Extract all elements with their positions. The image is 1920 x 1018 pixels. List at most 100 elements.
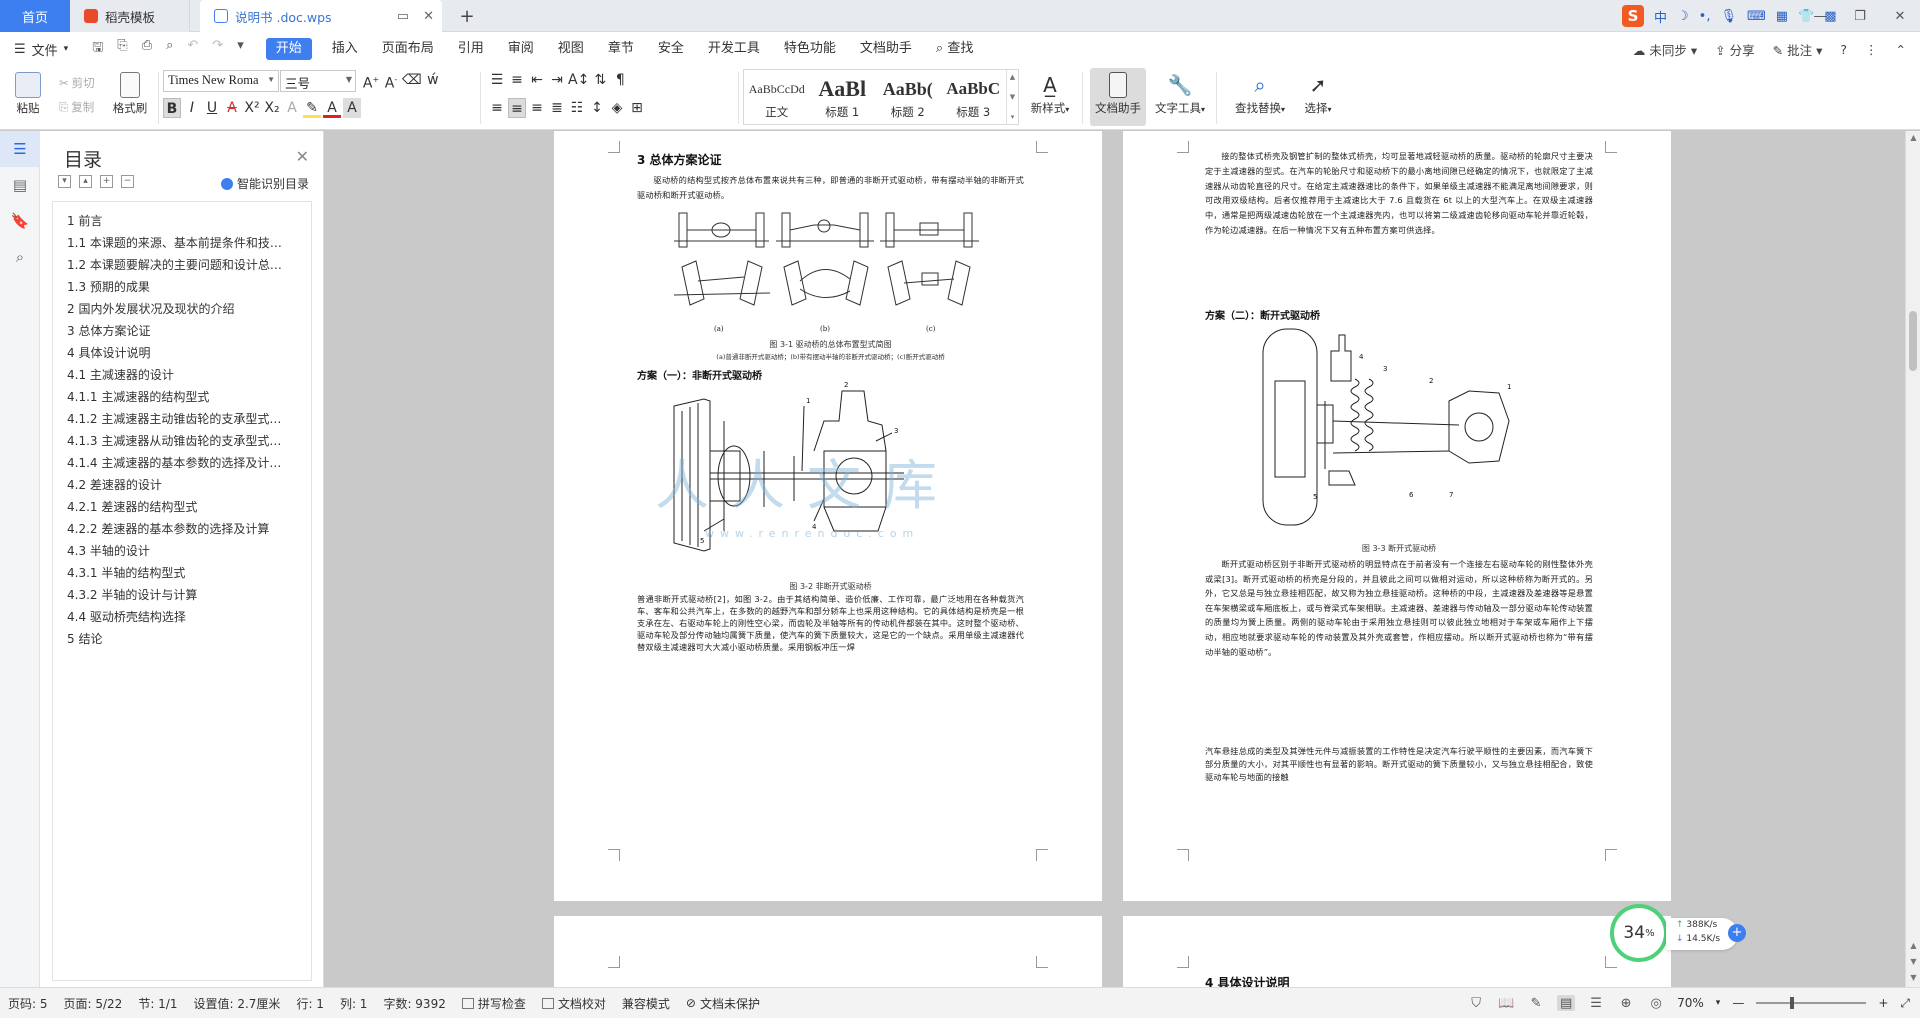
mic-icon[interactable]: 🎙 [1720,9,1737,24]
tab-developer[interactable]: 开发工具 [696,32,772,66]
zoom-value[interactable]: 70% [1677,996,1704,1010]
collapse-all-icon[interactable]: ▾ [58,175,71,188]
bookmark-icon[interactable]: 🔖 [0,203,40,239]
tab-document[interactable]: 说明书 .doc.wps ▭ ✕ [200,0,442,32]
restore-icon[interactable]: ❐ [1840,0,1880,32]
status-words[interactable]: 字数: 9392 [375,995,453,1012]
close-icon[interactable]: ✕ [296,147,309,166]
justify-icon[interactable]: ≣ [548,98,566,118]
close-tab-icon[interactable]: ✕ [423,9,434,24]
bullets-icon[interactable]: ☰ [488,70,506,90]
proofread-button[interactable]: 文档校对 [534,995,614,1012]
new-tab-button[interactable]: + [455,0,479,32]
paste-button[interactable]: 粘贴 [8,68,48,116]
toc-item[interactable]: 1 前言 [53,210,311,232]
toc-item[interactable]: 1.2 本课题要解决的主要问题和设计总… [53,254,311,276]
tab-start[interactable]: 开始 [265,38,312,60]
network-speed-widget[interactable]: 34% ↑ 388K/s ↓ 14.5K/s + [1610,904,1748,962]
numbering-icon[interactable]: ≡ [508,70,526,90]
speech-icon[interactable]: ◎ [1647,995,1665,1011]
select-button[interactable]: ➚ 选择▾ [1296,68,1340,116]
toc-item[interactable]: 4.2 差速器的设计 [53,474,311,496]
web-view-icon[interactable]: ⊕ [1617,995,1635,1011]
file-menu[interactable]: ☰ 文件 ▾ [14,40,68,59]
strikethrough-icon[interactable]: A [223,98,241,118]
pinyin-icon[interactable]: ẃ [424,70,442,90]
smart-toc-button[interactable]: 智能识别目录 [220,175,309,192]
tab-chapter[interactable]: 章节 [596,32,646,66]
tab-docer-templates[interactable]: 稻壳模板 [70,0,190,32]
cut-button[interactable]: ✂ 剪切 [56,72,98,94]
style-heading-1[interactable]: AaBl 标题 1 [810,70,876,124]
toc-item[interactable]: 4.2.2 差速器的基本参数的选择及计算 [53,518,311,540]
help-icon[interactable]: ? [1840,42,1847,57]
grow-font-icon[interactable]: A+ [362,70,380,92]
font-name-select[interactable]: Times New Roma ▼ [163,70,279,92]
align-center-icon[interactable]: ≡ [508,98,526,118]
undo-icon[interactable]: ↶ [187,38,198,60]
style-heading-3[interactable]: AaBbC 标题 3 [941,70,1007,124]
apps-icon[interactable]: ▦ [1776,9,1788,24]
superscript-icon[interactable]: X² [243,98,261,118]
tab-references[interactable]: 引用 [446,32,496,66]
underline-icon[interactable]: U [203,98,221,118]
export-pdf-icon[interactable]: ⎘ [117,38,127,60]
show-marks-icon[interactable]: ¶ [611,70,629,90]
toc-item[interactable]: 4.4 驱动桥壳结构选择 [53,606,311,628]
doc-assistant-button[interactable]: 文档助手 [1090,68,1146,126]
toc-item[interactable]: 2 国内外发展状况及现状的介绍 [53,298,311,320]
moon-icon[interactable]: ☽ [1677,9,1689,24]
document-canvas[interactable]: 3 总体方案论证 驱动桥的结构型式按齐总体布置来说共有三种，即普通的非断开式驱动… [325,131,1905,987]
eye-protect-icon[interactable]: ⛉ [1467,995,1485,1011]
keyboard-icon[interactable]: ⌨ [1747,9,1766,24]
find-panel-icon[interactable]: ⌕ [0,239,40,275]
share-button[interactable]: ⇪ 分享 [1715,40,1754,59]
format-painter-button[interactable]: 格式刷 [108,68,152,116]
bold-icon[interactable]: B [163,98,181,118]
italic-icon[interactable]: I [183,98,201,118]
align-right-icon[interactable]: ≡ [528,98,546,118]
spell-check-button[interactable]: 拼写检查 [454,995,534,1012]
close-window-icon[interactable]: ✕ [1880,0,1920,32]
toc-item[interactable]: 4.1 主减速器的设计 [53,364,311,386]
tab-home[interactable]: 首页 [0,0,70,32]
toc-item[interactable]: 4.3 半轴的设计 [53,540,311,562]
toc-item[interactable]: 4.1.2 主减速器主动锥齿轮的支承型式… [53,408,311,430]
clear-format-icon[interactable]: ⌫ [402,70,422,90]
page[interactable]: 接的整体式桥壳及钢管扩制的整体式桥壳，均可显著地减轻驱动桥的质量。驱动桥的轮廓尺… [1123,131,1671,901]
align-left-icon[interactable]: ≡ [488,98,506,118]
window-mode-icon[interactable]: ▭ [397,9,409,24]
next-page-icon[interactable]: ▼ [1906,957,1920,966]
punctuation-icon[interactable]: •, [1699,9,1711,24]
chinese-layout-icon[interactable]: A↕ [568,70,589,90]
collapse-ribbon-icon[interactable]: ⌃ [1896,42,1906,57]
sync-button[interactable]: ☁ 未同步 ▾ [1633,40,1697,59]
line-spacing-icon[interactable]: ↕ [588,98,606,118]
toc-item[interactable]: 3 总体方案论证 [53,320,311,342]
print-preview-icon[interactable]: ⌕ [166,38,173,60]
print-icon[interactable]: ⎙ [142,38,152,60]
zoom-out-icon[interactable]: — [1732,996,1744,1010]
fit-window-icon[interactable]: ⤢ [1900,996,1910,1011]
redo-icon[interactable]: ↷ [212,38,223,60]
prev-page-icon[interactable]: ▲ [1906,941,1920,950]
toc-item[interactable]: 1.3 预期的成果 [53,276,311,298]
copy-button[interactable]: ⎘ 复制 [56,96,97,118]
toc-item[interactable]: 4.1.1 主减速器的结构型式 [53,386,311,408]
sogou-logo-icon[interactable]: S [1622,5,1644,27]
toc-item[interactable]: 4.3.1 半轴的结构型式 [53,562,311,584]
remove-heading-icon[interactable]: − [121,175,134,188]
tab-insert[interactable]: 插入 [320,32,370,66]
increase-indent-icon[interactable]: ⇥ [548,70,566,90]
tab-doc-assistant[interactable]: 文档助手 [848,32,924,66]
tab-view[interactable]: 视图 [546,32,596,66]
sort-icon[interactable]: ⇅ [591,70,609,90]
char-shading-icon[interactable]: A [343,98,361,118]
shading-icon[interactable]: ◈ [608,98,626,118]
zoom-knob[interactable] [1790,997,1795,1009]
scroll-up-icon[interactable]: ▲ [1906,133,1920,142]
new-style-button[interactable]: A̲ 新样式▾ [1024,68,1076,116]
decrease-indent-icon[interactable]: ⇤ [528,70,546,90]
page-view-icon[interactable]: ▤ [1557,995,1576,1011]
customize-icon[interactable]: ▾ [237,38,244,60]
